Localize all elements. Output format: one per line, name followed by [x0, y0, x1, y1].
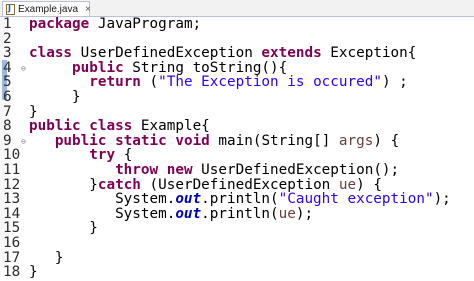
code-token: ) {	[356, 176, 382, 193]
code-token: package	[29, 16, 90, 32]
editor-tab-bar: Example.java ×	[0, 0, 474, 17]
tab-label: Example.java	[18, 3, 79, 15]
code-token: UserDefinedException	[72, 45, 262, 62]
code-token: "The Exception is occured"	[158, 74, 382, 91]
code-token: out	[175, 205, 202, 222]
code-token: void	[175, 132, 210, 149]
code-token: return	[89, 74, 141, 91]
code-token: }	[29, 249, 64, 266]
code-token: {	[115, 147, 133, 164]
tab-example-java[interactable]: Example.java ×	[2, 1, 91, 16]
code-token: class	[89, 118, 133, 135]
code-token: );	[295, 205, 314, 222]
code-token: UserDefinedException();	[192, 162, 400, 178]
code-token: ue	[338, 176, 357, 193]
code-token: ) {	[373, 132, 400, 149]
code-token: Example{	[132, 118, 210, 135]
code-token: main(String[]	[209, 132, 339, 149]
code-token: String toString(){	[123, 59, 288, 76]
code-token: ) ;	[381, 74, 408, 91]
code-token: class	[29, 45, 73, 62]
code-token: System.	[29, 191, 176, 208]
code-token: public	[54, 132, 107, 149]
code-token: static	[115, 132, 167, 149]
code-token: );	[433, 191, 451, 208]
code-token: new	[166, 162, 193, 178]
code-token: extends	[261, 45, 322, 62]
code-editor[interactable]: 1 package JavaProgram; 2 3 class UserDefined…	[0, 16, 474, 280]
code-token: .println(	[201, 205, 279, 222]
code-token: }	[29, 176, 98, 193]
code-token: (	[140, 74, 159, 91]
code-token: (UserDefinedException	[140, 176, 339, 193]
code-token: public	[72, 59, 124, 76]
code-token: }	[29, 89, 81, 105]
code-token: JavaProgram;	[89, 16, 202, 32]
code-token: "Caught exception"	[278, 191, 434, 208]
code-token: out	[175, 191, 202, 208]
code-token: try	[89, 147, 116, 164]
java-file-icon	[6, 3, 15, 15]
code-token: args	[338, 132, 374, 149]
code-token: .println(	[201, 191, 279, 208]
code-token: throw	[115, 162, 159, 178]
code-token: catch	[97, 176, 141, 193]
code-token: ue	[278, 205, 296, 222]
code-token: System.	[29, 205, 176, 222]
close-icon[interactable]: ×	[85, 4, 91, 15]
code-token: }	[29, 103, 38, 120]
code-token: Exception{	[321, 45, 417, 62]
code-token: }	[29, 220, 98, 237]
code-token: public	[29, 118, 81, 135]
